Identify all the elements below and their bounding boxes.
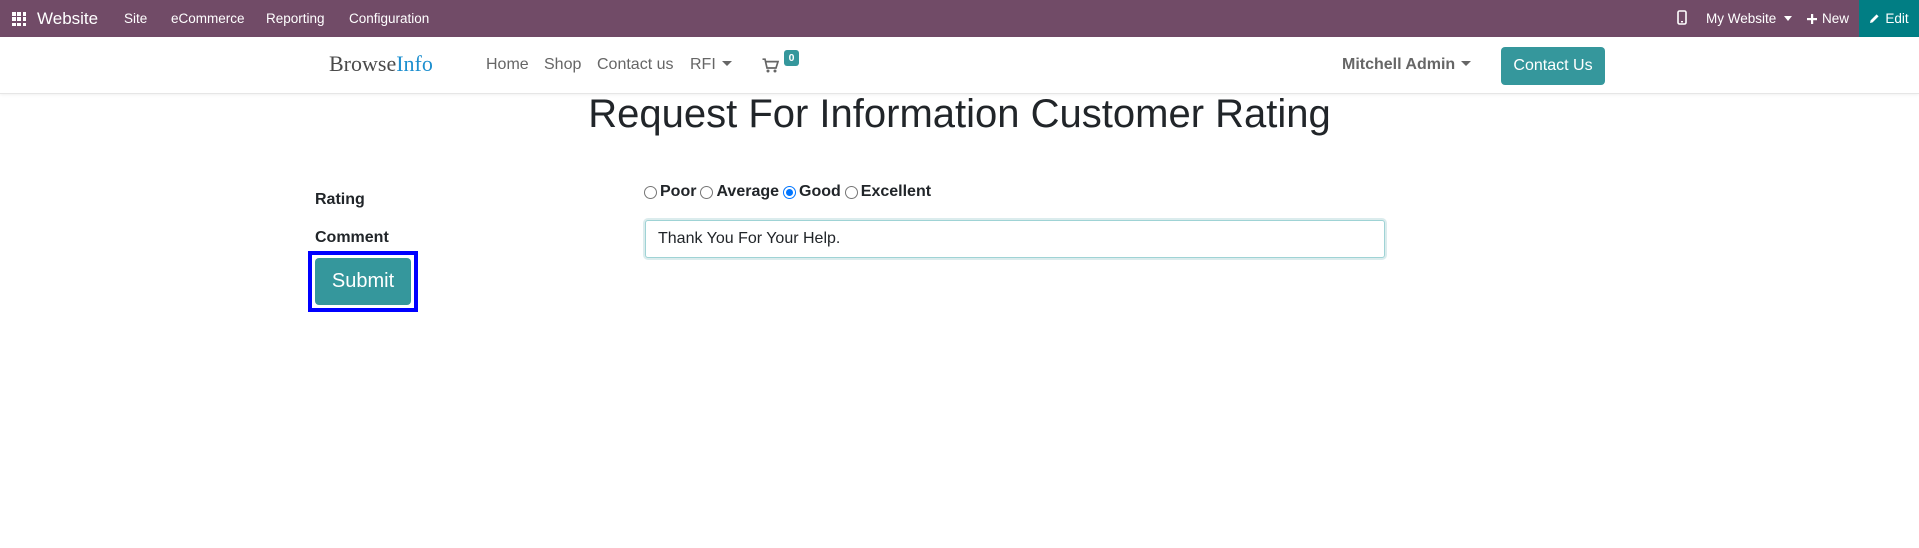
menu-site[interactable]: Site: [124, 11, 147, 26]
nav-rfi-label: RFI: [690, 56, 716, 73]
cart-count-badge: 0: [784, 50, 799, 66]
rating-option-good[interactable]: Good: [783, 183, 841, 201]
submit-highlight-frame: Submit: [308, 251, 418, 312]
site-logo[interactable]: BrowseInfo: [329, 51, 433, 77]
edit-button-label: Edit: [1885, 11, 1909, 26]
rating-option-label: Excellent: [860, 183, 932, 200]
website-header: BrowseInfo Home Shop Contact us RFI 0 Mi…: [0, 37, 1919, 94]
radio-poor[interactable]: [644, 185, 657, 199]
new-button[interactable]: New: [1807, 11, 1849, 26]
plus-icon: [1807, 13, 1817, 24]
rating-radio-group: Poor Average Good Excellent: [644, 183, 935, 201]
radio-good[interactable]: [783, 185, 797, 199]
nav-rfi-dropdown[interactable]: RFI: [690, 56, 732, 74]
menu-reporting[interactable]: Reporting: [266, 11, 325, 26]
odoo-top-bar: Website Site eCommerce Reporting Configu…: [0, 0, 1919, 37]
mobile-preview-icon[interactable]: [1677, 10, 1687, 25]
edit-button[interactable]: Edit: [1859, 0, 1919, 37]
user-menu[interactable]: Mitchell Admin: [1342, 56, 1472, 74]
rating-option-excellent[interactable]: Excellent: [844, 183, 932, 201]
website-switcher-label: My Website: [1706, 11, 1777, 26]
comment-label: Comment: [315, 229, 389, 246]
rating-option-label: Average: [716, 183, 780, 200]
app-name[interactable]: Website: [37, 9, 98, 29]
chevron-down-icon: [1784, 16, 1793, 21]
chevron-down-icon: [1461, 61, 1472, 66]
shopping-cart-icon: [762, 58, 779, 73]
rating-option-label: Poor: [660, 183, 697, 200]
apps-grid-icon[interactable]: [12, 12, 26, 26]
user-name: Mitchell Admin: [1342, 56, 1456, 73]
website-switcher[interactable]: My Website: [1706, 11, 1793, 26]
rating-label: Rating: [315, 191, 365, 208]
logo-text-info: Info: [396, 51, 433, 76]
cart-button[interactable]: 0: [762, 50, 802, 78]
nav-contact-us[interactable]: Contact us: [597, 56, 673, 74]
comment-input[interactable]: [645, 220, 1385, 258]
menu-configuration[interactable]: Configuration: [349, 11, 429, 26]
chevron-down-icon: [721, 61, 732, 66]
submit-button[interactable]: Submit: [315, 258, 411, 305]
pencil-icon: [1870, 14, 1879, 23]
page-title: Request For Information Customer Rating: [588, 92, 1331, 136]
rating-option-poor[interactable]: Poor: [644, 183, 696, 201]
logo-text-browse: Browse: [329, 51, 397, 76]
nav-shop[interactable]: Shop: [544, 56, 581, 74]
new-button-label: New: [1822, 11, 1850, 26]
radio-excellent[interactable]: [844, 185, 858, 199]
rating-option-label: Good: [799, 183, 841, 200]
rating-option-average[interactable]: Average: [700, 183, 779, 201]
menu-ecommerce[interactable]: eCommerce: [171, 11, 245, 26]
nav-home[interactable]: Home: [486, 56, 529, 74]
contact-us-button[interactable]: Contact Us: [1501, 47, 1605, 85]
radio-average[interactable]: [700, 185, 714, 199]
